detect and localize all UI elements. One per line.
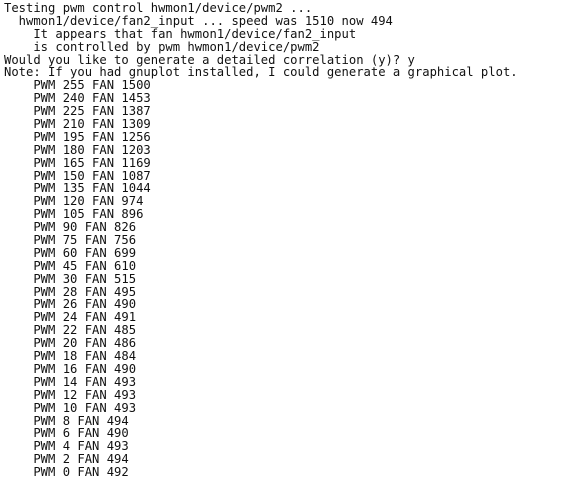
terminal-line-speed: hwmon1/device/fan2_input ... speed was 1… [4, 13, 393, 28]
terminal-line-fan-appears: It appears that fan hwmon1/device/fan2_i… [4, 26, 357, 41]
correlation-row: PWM 210 FAN 1309 [4, 117, 151, 132]
correlation-row: PWM 45 FAN 610 [4, 258, 137, 273]
correlation-row: PWM 16 FAN 490 [4, 361, 137, 376]
terminal-output: Testing pwm control hwmon1/device/pwm2 .… [0, 0, 563, 489]
correlation-row: PWM 12 FAN 493 [4, 387, 137, 402]
correlation-row: PWM 180 FAN 1203 [4, 142, 151, 157]
correlation-row: PWM 60 FAN 699 [4, 245, 137, 260]
correlation-row: PWM 14 FAN 493 [4, 374, 137, 389]
correlation-list: PWM 255 FAN 1500 PWM 240 FAN 1453 PWM 22… [4, 79, 563, 479]
correlation-row: PWM 18 FAN 484 [4, 349, 137, 364]
correlation-row: PWM 10 FAN 493 [4, 400, 137, 415]
terminal-line-testing: Testing pwm control hwmon1/device/pwm2 .… [4, 1, 313, 15]
correlation-row: PWM 165 FAN 1169 [4, 155, 151, 170]
correlation-row: PWM 30 FAN 515 [4, 271, 137, 286]
correlation-row: PWM 75 FAN 756 [4, 233, 137, 248]
terminal-line-controlled-by: is controlled by pwm hwmon1/device/pwm2 [4, 39, 320, 54]
correlation-row: PWM 195 FAN 1256 [4, 129, 151, 144]
correlation-row: PWM 0 FAN 492 [4, 465, 129, 480]
